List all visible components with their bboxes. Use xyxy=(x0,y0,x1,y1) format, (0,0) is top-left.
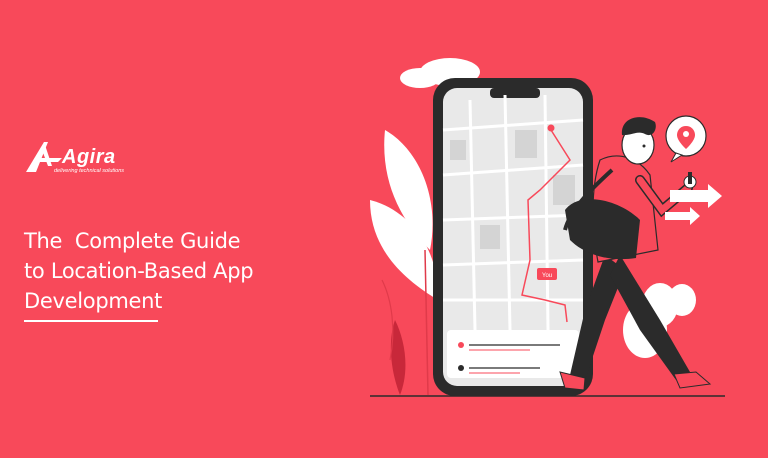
destination-dot xyxy=(547,124,555,132)
illustration: You xyxy=(370,58,725,397)
smartphone: You xyxy=(433,78,593,396)
banner: Agira delivering technical solutions The… xyxy=(0,0,768,458)
location-pin-icon xyxy=(665,115,707,163)
location-card xyxy=(447,330,579,378)
you-marker-label: You xyxy=(542,273,552,279)
background-leaves xyxy=(370,130,439,396)
